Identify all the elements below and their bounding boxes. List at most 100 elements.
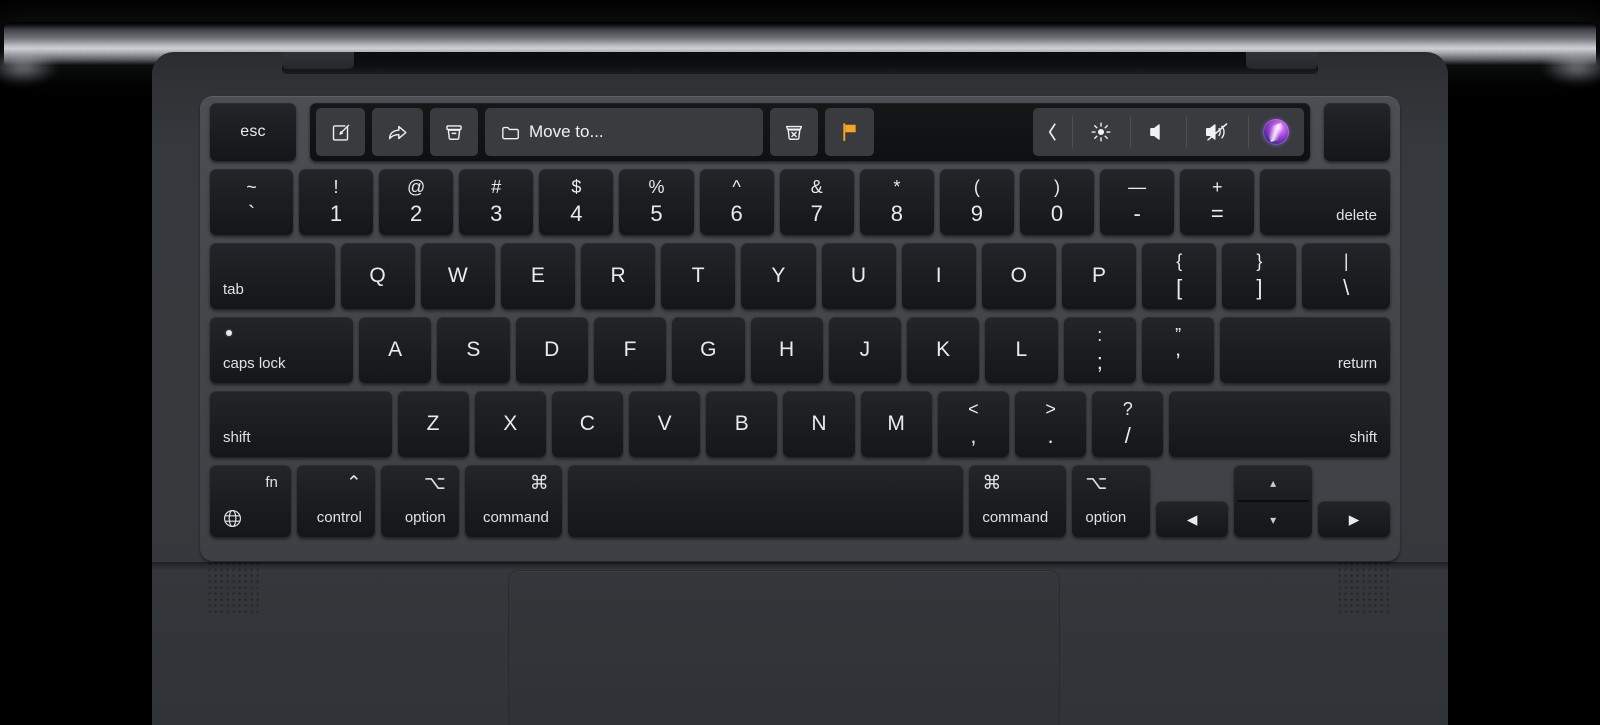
key-r[interactable]: R bbox=[581, 243, 656, 309]
touchbar-volume-button[interactable] bbox=[1130, 108, 1186, 156]
key-arrow-right-glyph: ▸ bbox=[1348, 507, 1360, 531]
hinge-recess bbox=[282, 52, 1318, 74]
key-comma[interactable]: < , bbox=[937, 391, 1010, 457]
key-y[interactable]: Y bbox=[741, 243, 816, 309]
key-arrow-up[interactable]: ▴ bbox=[1234, 465, 1312, 500]
key-command-right-symbol: ⌘ bbox=[982, 473, 1002, 494]
mute-icon bbox=[1204, 122, 1230, 142]
key-t[interactable]: T bbox=[661, 243, 736, 309]
key-power[interactable] bbox=[1324, 103, 1390, 161]
key-b[interactable]: B bbox=[706, 391, 778, 457]
key-o[interactable]: O bbox=[981, 243, 1056, 309]
key-i[interactable]: I bbox=[901, 243, 976, 309]
key-7[interactable]: & 7 bbox=[779, 169, 854, 235]
key-x[interactable]: X bbox=[474, 391, 546, 457]
key-4[interactable]: $ 4 bbox=[539, 169, 614, 235]
key-l[interactable]: L bbox=[985, 317, 1058, 383]
key-return[interactable]: return bbox=[1220, 317, 1391, 383]
hinge-cap-left bbox=[282, 52, 354, 69]
brightness-icon bbox=[1090, 121, 1112, 143]
keyboard-row-shift: shift Z X C V B N M < , > . ? / shift bbox=[207, 391, 1393, 457]
key-space[interactable] bbox=[567, 465, 964, 537]
key-p[interactable]: P bbox=[1062, 243, 1137, 309]
key-esc[interactable]: esc bbox=[210, 103, 296, 161]
key-tab-label: tab bbox=[223, 281, 244, 298]
touchbar-reply-button[interactable] bbox=[372, 108, 423, 156]
key-caps-lock[interactable]: caps lock bbox=[210, 317, 354, 383]
touchbar-delete-mail-button[interactable] bbox=[769, 108, 818, 156]
touchbar-expand-button[interactable] bbox=[1033, 108, 1072, 156]
key-backslash[interactable]: | \ bbox=[1302, 243, 1390, 309]
siri-icon bbox=[1263, 119, 1290, 145]
key-option-right[interactable]: ⌥ option bbox=[1072, 465, 1151, 537]
key-quote[interactable]: ” ’ bbox=[1141, 317, 1215, 383]
key-slash[interactable]: ? / bbox=[1092, 391, 1164, 457]
key-9[interactable]: ( 9 bbox=[939, 169, 1014, 235]
key-1[interactable]: ! 1 bbox=[299, 169, 374, 235]
key-arrow-right[interactable]: ▸ bbox=[1318, 501, 1391, 537]
key-d[interactable]: D bbox=[515, 317, 588, 383]
touchbar-brightness-button[interactable] bbox=[1072, 108, 1130, 156]
key-command-left[interactable]: ⌘ command bbox=[464, 465, 562, 537]
key-k[interactable]: K bbox=[907, 317, 980, 383]
key-e[interactable]: E bbox=[500, 243, 576, 309]
key-caps-lock-label: caps lock bbox=[223, 355, 286, 372]
key-delete[interactable]: delete bbox=[1260, 169, 1390, 235]
key-fn[interactable]: fn bbox=[210, 465, 291, 537]
key-arrow-updown[interactable]: ▴ ▾ bbox=[1234, 465, 1313, 537]
key-c[interactable]: C bbox=[551, 391, 624, 457]
touchbar-flag-button[interactable] bbox=[824, 108, 874, 156]
touch-bar-row: esc Move to... bbox=[207, 103, 1393, 161]
key-j[interactable]: J bbox=[828, 317, 902, 383]
key-option-left[interactable]: ⌥ option bbox=[380, 465, 459, 537]
key-2[interactable]: @ 2 bbox=[379, 169, 454, 235]
lid-glow-right bbox=[1542, 50, 1600, 84]
key-z[interactable]: Z bbox=[397, 391, 469, 457]
key-u[interactable]: U bbox=[821, 243, 896, 309]
key-a[interactable]: A bbox=[359, 317, 432, 383]
key-period[interactable]: > . bbox=[1015, 391, 1087, 457]
folder-icon bbox=[501, 124, 521, 141]
palm-rest-shadow bbox=[152, 562, 1448, 570]
key-0[interactable]: ) 0 bbox=[1019, 169, 1095, 235]
touchbar-siri-button[interactable] bbox=[1248, 108, 1304, 156]
key-shift-right[interactable]: shift bbox=[1169, 391, 1391, 457]
key-5[interactable]: % 5 bbox=[619, 169, 694, 235]
key-6[interactable]: ^ 6 bbox=[699, 169, 774, 235]
key-control[interactable]: ⌃ control bbox=[296, 465, 375, 537]
key-s[interactable]: S bbox=[437, 317, 510, 383]
touchbar-archive-button[interactable] bbox=[430, 108, 478, 156]
key-h[interactable]: H bbox=[750, 317, 823, 383]
trackpad[interactable] bbox=[508, 570, 1060, 725]
key-g[interactable]: G bbox=[672, 317, 745, 383]
key-w[interactable]: W bbox=[420, 243, 495, 309]
key-3[interactable]: # 3 bbox=[459, 169, 534, 235]
key-tilde[interactable]: ~ ` bbox=[210, 169, 293, 235]
key-n[interactable]: N bbox=[783, 391, 855, 457]
key-m[interactable]: M bbox=[860, 391, 932, 457]
key-semicolon[interactable]: : ; bbox=[1063, 317, 1136, 383]
touchbar-compose-button[interactable] bbox=[316, 108, 365, 156]
key-q[interactable]: Q bbox=[340, 243, 415, 309]
key-equals[interactable]: + = bbox=[1180, 169, 1255, 235]
key-arrow-down[interactable]: ▾ bbox=[1234, 502, 1312, 537]
key-shift-left[interactable]: shift bbox=[210, 391, 392, 457]
key-command-left-label: command bbox=[482, 509, 549, 526]
touchbar-move-to-button[interactable]: Move to... bbox=[485, 108, 763, 156]
key-command-right[interactable]: ⌘ command bbox=[969, 465, 1067, 537]
key-minus[interactable]: — - bbox=[1100, 169, 1175, 235]
key-option-right-symbol: ⌥ bbox=[1085, 473, 1108, 494]
key-v[interactable]: V bbox=[629, 391, 701, 457]
key-arrow-left[interactable]: ◂ bbox=[1156, 501, 1229, 537]
touchbar-control-strip[interactable] bbox=[1033, 108, 1305, 156]
key-bracket-left[interactable]: { [ bbox=[1142, 243, 1217, 309]
key-8[interactable]: * 8 bbox=[859, 169, 934, 235]
key-bracket-right[interactable]: } ] bbox=[1222, 243, 1297, 309]
key-f[interactable]: F bbox=[593, 317, 667, 383]
archive-icon bbox=[444, 122, 464, 143]
lid-glow-left bbox=[0, 50, 58, 84]
touch-bar-strip[interactable]: Move to... bbox=[310, 103, 1310, 161]
key-option-right-label: option bbox=[1085, 509, 1127, 526]
touchbar-mute-button[interactable] bbox=[1186, 108, 1248, 156]
key-tab[interactable]: tab bbox=[210, 243, 335, 309]
